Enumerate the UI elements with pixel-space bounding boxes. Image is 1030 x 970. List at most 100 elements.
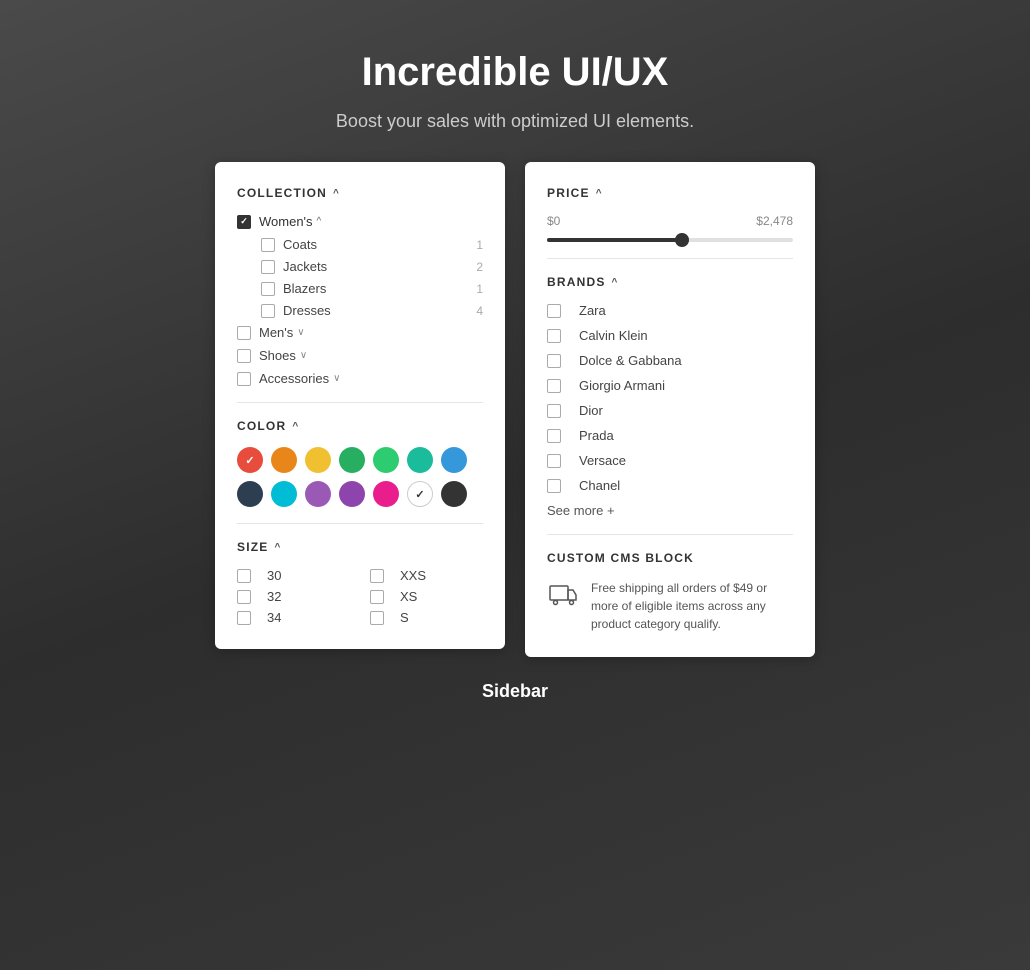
left-panel: COLLECTION ^ Women's ^ Coats 1 Jackets 2 [215, 162, 505, 649]
shoes-checkbox[interactable] [237, 349, 251, 363]
color-violet[interactable] [305, 481, 331, 507]
collection-section-header[interactable]: COLLECTION ^ [237, 186, 483, 200]
size-s[interactable]: S [370, 610, 483, 625]
size-chevron-icon: ^ [274, 542, 281, 553]
price-slider-thumb[interactable] [675, 233, 689, 247]
color-black[interactable] [441, 481, 467, 507]
womens-subcategory-list: Coats 1 Jackets 2 Blazers 1 Dresses 4 [261, 237, 483, 318]
price-max: $2,478 [756, 214, 793, 228]
brand-versace[interactable]: Versace [547, 453, 793, 468]
brand-dior[interactable]: Dior [547, 403, 793, 418]
dolce-gabbana-checkbox[interactable] [547, 354, 561, 368]
color-purple[interactable] [339, 481, 365, 507]
color-cyan[interactable] [271, 481, 297, 507]
chanel-checkbox[interactable] [547, 479, 561, 493]
size-32-checkbox[interactable] [237, 590, 251, 604]
brand-giorgio-armani[interactable]: Giorgio Armani [547, 378, 793, 393]
page-header: Incredible UI/UX Boost your sales with o… [336, 50, 694, 132]
dresses-checkbox[interactable] [261, 304, 275, 318]
shoes-label: Shoes ∨ [259, 348, 307, 363]
color-grid [237, 447, 483, 507]
page-title: Incredible UI/UX [336, 50, 694, 95]
price-min: $0 [547, 214, 560, 228]
size-xxs-checkbox[interactable] [370, 569, 384, 583]
accessories-category-row[interactable]: Accessories ∨ [237, 371, 483, 386]
brands-section-header[interactable]: BRANDS ^ [547, 275, 793, 289]
price-section-header[interactable]: PRICE ^ [547, 186, 793, 200]
price-range-labels: $0 $2,478 [547, 214, 793, 228]
giorgio-armani-checkbox[interactable] [547, 379, 561, 393]
panels-container: COLLECTION ^ Women's ^ Coats 1 Jackets 2 [215, 162, 815, 657]
page-subtitle: Boost your sales with optimized UI eleme… [336, 111, 694, 132]
brand-dolce-gabbana[interactable]: Dolce & Gabbana [547, 353, 793, 368]
color-pink[interactable] [373, 481, 399, 507]
color-yellow[interactable] [305, 447, 331, 473]
coats-checkbox[interactable] [261, 238, 275, 252]
price-slider[interactable] [547, 238, 793, 242]
shoes-category-row[interactable]: Shoes ∨ [237, 348, 483, 363]
right-panel: PRICE ^ $0 $2,478 BRANDS ^ Zara Calvin K… [525, 162, 815, 657]
color-dark-green[interactable] [339, 447, 365, 473]
size-xs-checkbox[interactable] [370, 590, 384, 604]
size-xxs[interactable]: XXS [370, 568, 483, 583]
accessories-checkbox[interactable] [237, 372, 251, 386]
divider-3 [547, 258, 793, 259]
collection-chevron-icon: ^ [333, 188, 340, 199]
size-grid: 30 XXS 32 XS 34 S [237, 568, 483, 625]
cms-text: Free shipping all orders of $49 or more … [591, 579, 793, 633]
mens-checkbox[interactable] [237, 326, 251, 340]
womens-chevron-icon: ^ [317, 216, 322, 227]
womens-checkbox[interactable] [237, 215, 251, 229]
size-34-checkbox[interactable] [237, 611, 251, 625]
color-teal[interactable] [407, 447, 433, 473]
color-orange[interactable] [271, 447, 297, 473]
color-green[interactable] [373, 447, 399, 473]
brand-calvin-klein[interactable]: Calvin Klein [547, 328, 793, 343]
size-34[interactable]: 34 [237, 610, 350, 625]
price-chevron-icon: ^ [596, 188, 603, 199]
size-32[interactable]: 32 [237, 589, 350, 604]
divider-1 [237, 402, 483, 403]
color-white[interactable] [407, 481, 433, 507]
color-red[interactable] [237, 447, 263, 473]
size-section-header[interactable]: SIZE ^ [237, 540, 483, 554]
divider-4 [547, 534, 793, 535]
versace-checkbox[interactable] [547, 454, 561, 468]
subcategory-blazers[interactable]: Blazers 1 [261, 281, 483, 296]
cms-section-header: CUSTOM CMS BLOCK [547, 551, 793, 565]
size-s-checkbox[interactable] [370, 611, 384, 625]
price-slider-fill [547, 238, 682, 242]
cms-block: Free shipping all orders of $49 or more … [547, 579, 793, 633]
brand-prada[interactable]: Prada [547, 428, 793, 443]
color-chevron-icon: ^ [292, 421, 299, 432]
mens-chevron-icon: ∨ [297, 327, 304, 338]
accessories-label: Accessories ∨ [259, 371, 340, 386]
calvin-klein-checkbox[interactable] [547, 329, 561, 343]
jackets-checkbox[interactable] [261, 260, 275, 274]
size-30-checkbox[interactable] [237, 569, 251, 583]
subcategory-coats[interactable]: Coats 1 [261, 237, 483, 252]
subcategory-jackets[interactable]: Jackets 2 [261, 259, 483, 274]
footer-label: Sidebar [482, 681, 548, 702]
shoes-chevron-icon: ∨ [300, 350, 307, 361]
size-30[interactable]: 30 [237, 568, 350, 583]
brand-chanel[interactable]: Chanel [547, 478, 793, 493]
accessories-chevron-icon: ∨ [333, 373, 340, 384]
shipping-icon [547, 579, 579, 611]
womens-category-row[interactable]: Women's ^ [237, 214, 483, 229]
mens-category-row[interactable]: Men's ∨ [237, 325, 483, 340]
womens-label: Women's ^ [259, 214, 321, 229]
zara-checkbox[interactable] [547, 304, 561, 318]
blazers-checkbox[interactable] [261, 282, 275, 296]
mens-label: Men's ∨ [259, 325, 305, 340]
color-section-header[interactable]: COLOR ^ [237, 419, 483, 433]
dior-checkbox[interactable] [547, 404, 561, 418]
see-more-button[interactable]: See more + [547, 503, 793, 518]
subcategory-dresses[interactable]: Dresses 4 [261, 303, 483, 318]
size-xs[interactable]: XS [370, 589, 483, 604]
divider-2 [237, 523, 483, 524]
brand-zara[interactable]: Zara [547, 303, 793, 318]
color-blue[interactable] [441, 447, 467, 473]
color-dark-navy[interactable] [237, 481, 263, 507]
prada-checkbox[interactable] [547, 429, 561, 443]
